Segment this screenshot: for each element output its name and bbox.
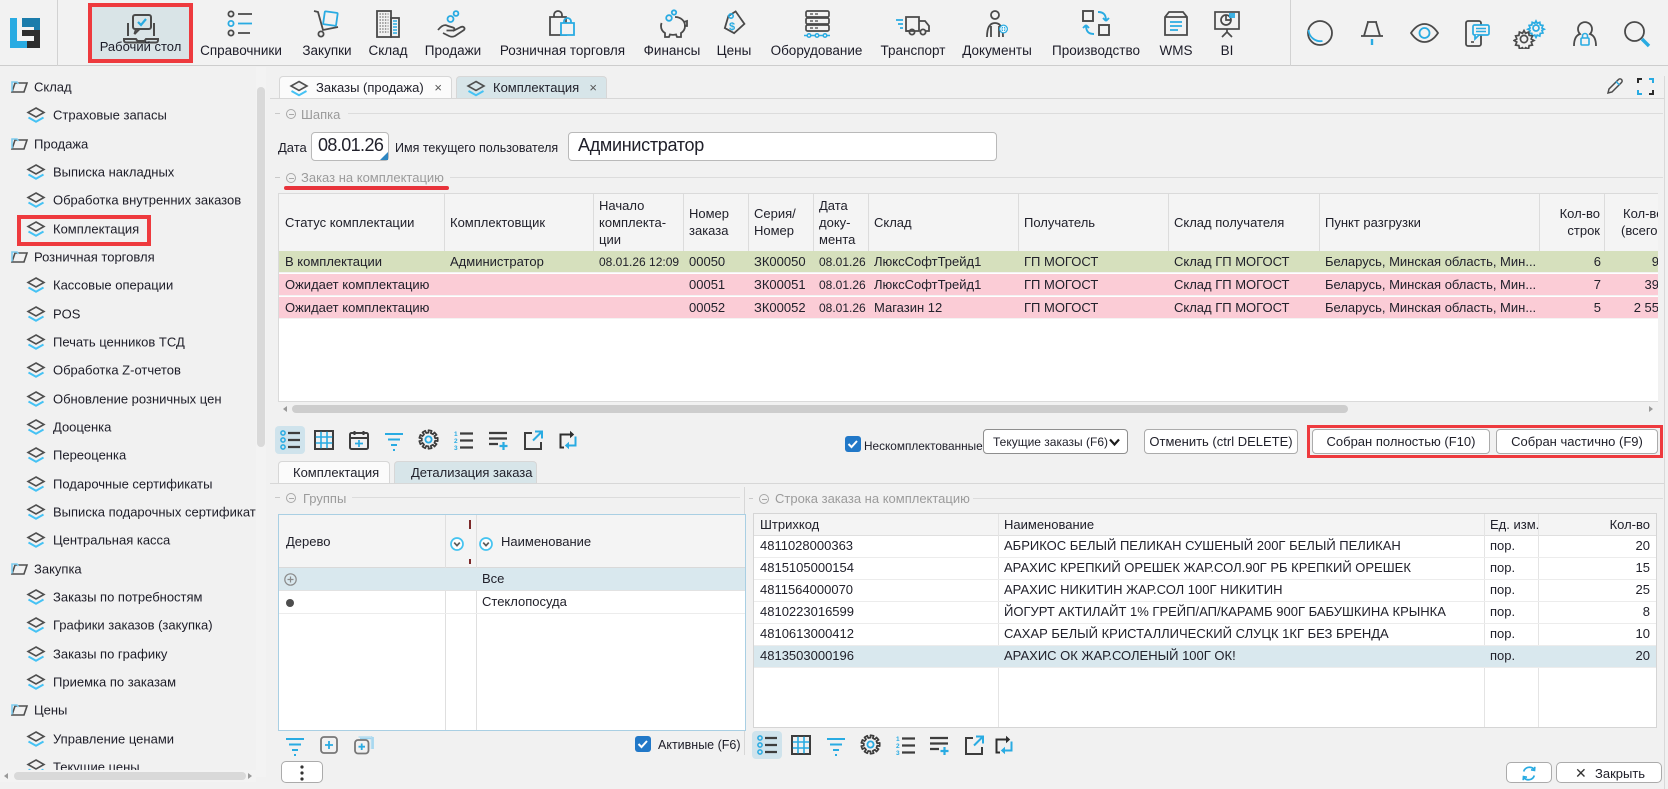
svg-text:$: $ [729,21,735,33]
